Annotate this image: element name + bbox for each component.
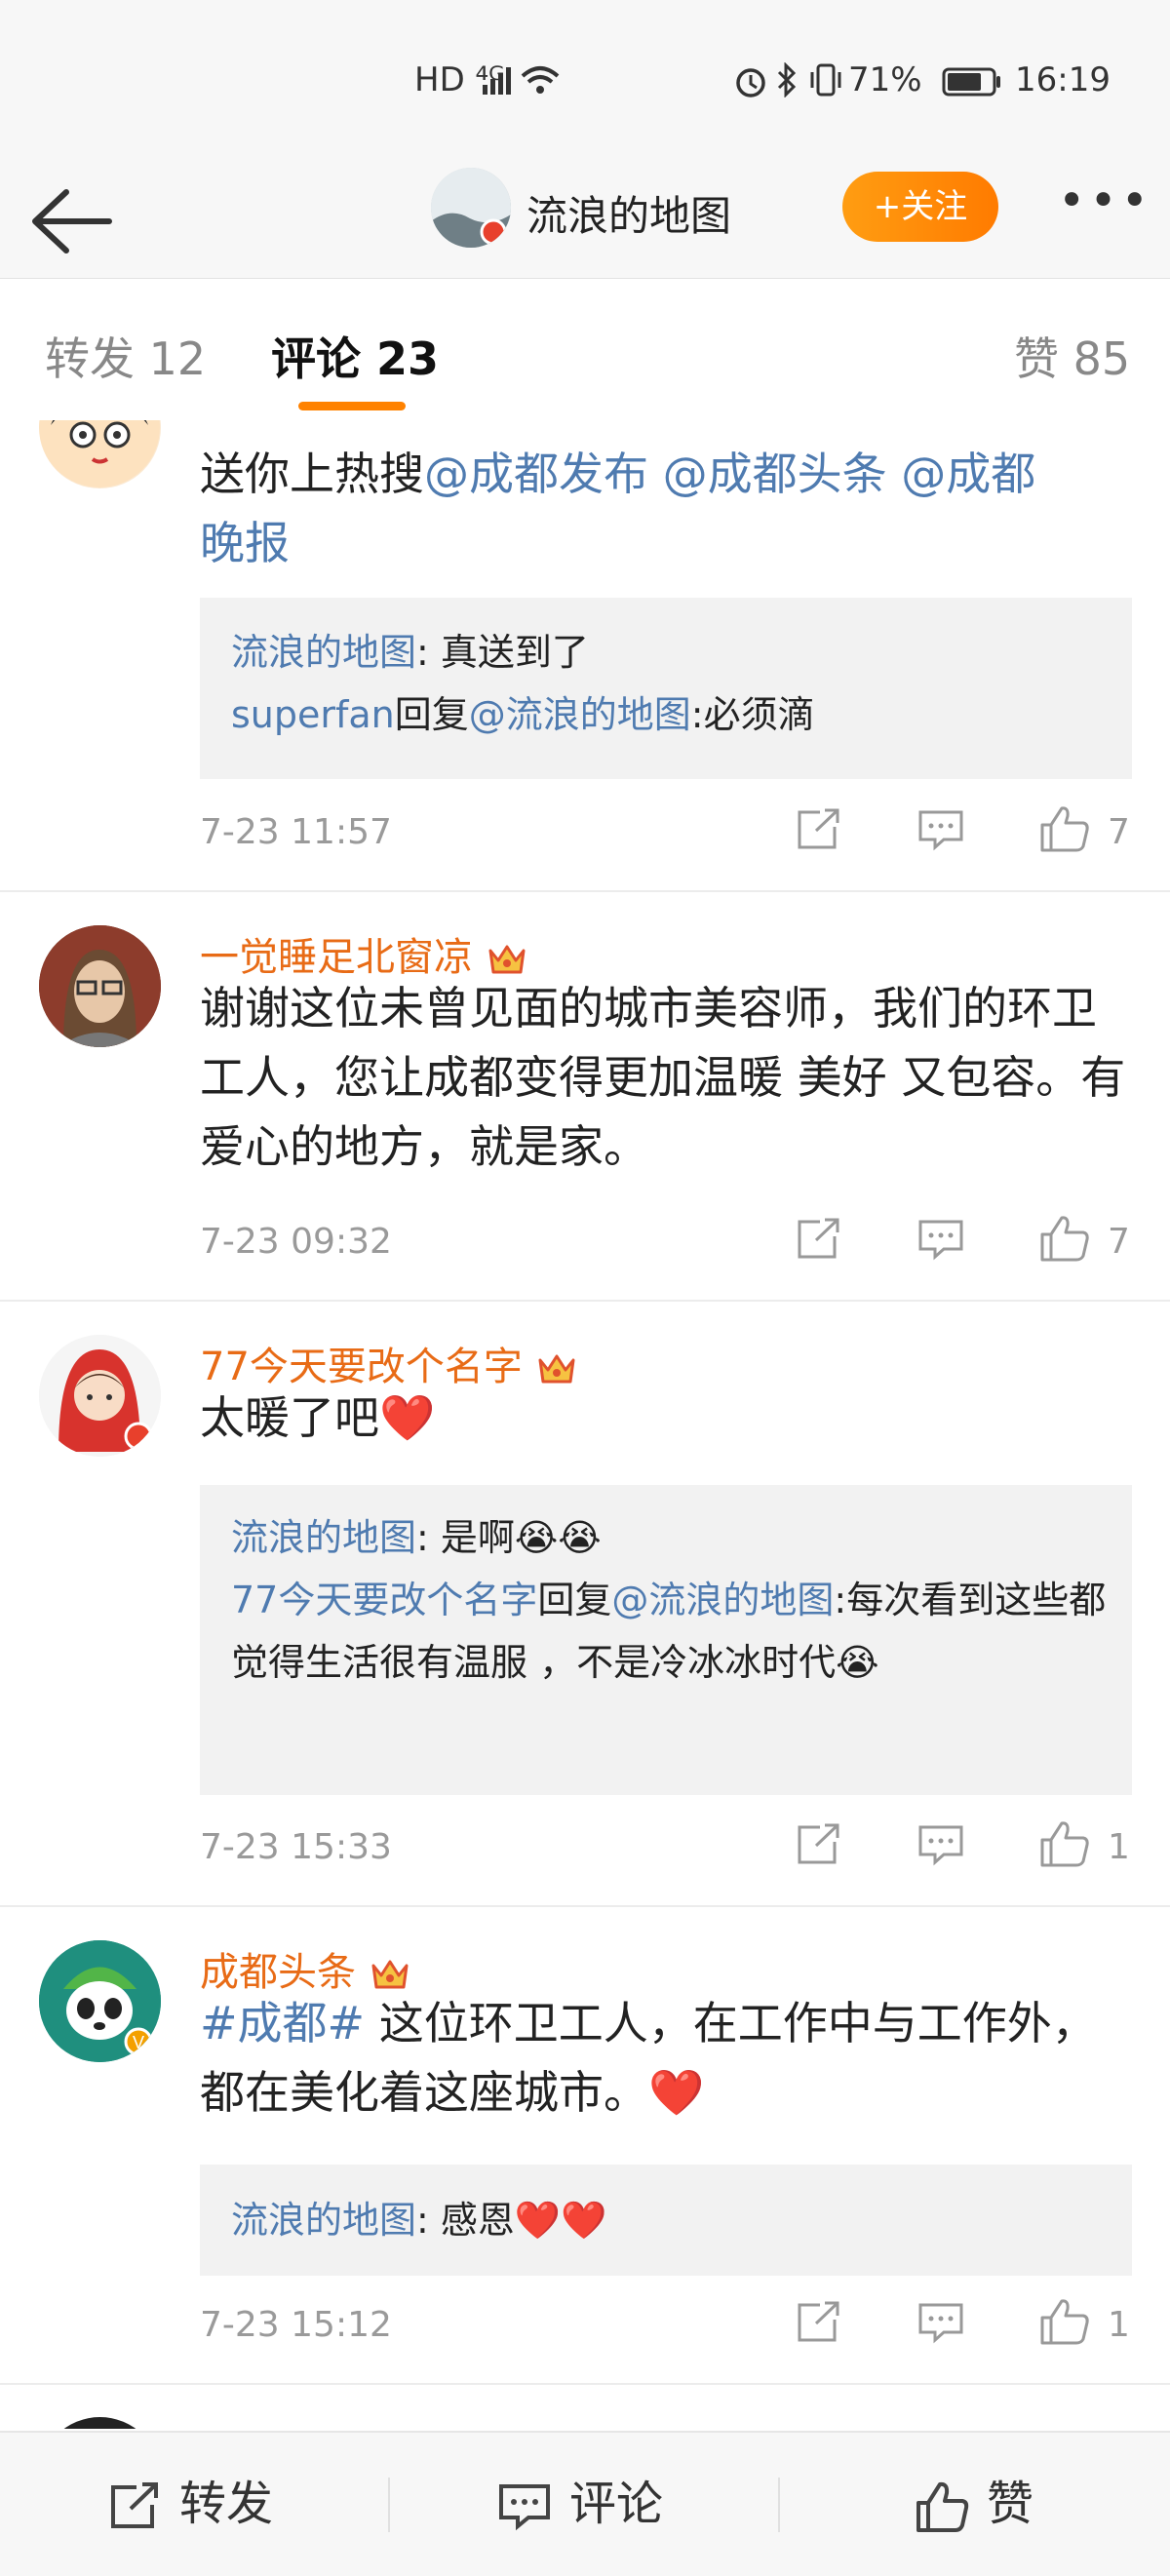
comment-icon[interactable] <box>916 1822 965 1867</box>
share-icon[interactable] <box>795 807 843 852</box>
repost-label: 转发 <box>179 2477 274 2531</box>
vip-crown-icon <box>371 1960 409 1989</box>
bottom-action-bar: 转发 评论 赞 <box>0 2431 1170 2576</box>
comment-item: V 成都头条 #成都# 这位环卫工人，在工作中与工作外，都在美化着这座城市。❤️… <box>0 1905 1170 2385</box>
repost-button[interactable]: 转发 <box>107 2433 273 2576</box>
like-icon[interactable] <box>1038 804 1089 852</box>
comment-text: 太暖了吧❤️ <box>200 1391 436 1444</box>
share-icon[interactable] <box>795 1822 843 1867</box>
reply-body: 是啊😭😭 <box>440 1516 602 1559</box>
back-button[interactable] <box>27 182 115 260</box>
comment-time: 7-23 11:57 <box>200 812 392 852</box>
reply-line: 流浪的地图: 真送到了 <box>200 621 1132 683</box>
bluetooth-icon <box>776 61 798 106</box>
author-name[interactable]: 流浪的地图 <box>526 183 731 243</box>
tab-likes[interactable]: 赞 85 <box>1014 324 1130 388</box>
comment-text-plain: 送你上热搜 <box>200 448 424 500</box>
comment-text: 谢谢这位未曾见面的城市美容师，我们的环卫工人，您让成都变得更加温暖 美好 又包容… <box>200 982 1126 1173</box>
avatar[interactable] <box>39 2417 161 2429</box>
reply-author-link[interactable]: 流浪的地图 <box>231 631 416 674</box>
avatar[interactable] <box>39 925 161 1047</box>
vibrate-icon <box>807 62 844 106</box>
divider <box>778 2478 780 2532</box>
like-icon <box>916 2481 969 2532</box>
comment-list[interactable]: 送你上热搜@成都发布 @成都头条 @成都 晚报 流浪的地图: 真送到了 supe… <box>0 420 1170 2429</box>
comment-text: #成都# 这位环卫工人，在工作中与工作外，都在美化着这座城市。❤️ <box>200 1989 1136 2127</box>
reply-box[interactable]: 流浪的地图: 是啊😭😭 77今天要改个名字回复@流浪的地图:每次看到这些都觉得生… <box>200 1485 1132 1795</box>
comment-item: 77今天要改个名字 太暖了吧❤️ 流浪的地图: 是啊😭😭 77今天要改个名字回复… <box>0 1300 1170 1907</box>
divider <box>388 2478 390 2532</box>
hashtag-link[interactable]: #成都# <box>200 1997 365 2049</box>
reply-author-link[interactable]: superfan <box>231 693 395 736</box>
reply-line: 流浪的地图: 感恩❤️❤️ <box>200 2189 1132 2251</box>
clock: 16:19 <box>1015 60 1111 99</box>
like-icon[interactable] <box>1038 1214 1089 1262</box>
comment-item: 送你上热搜@成都发布 @成都头条 @成都 晚报 流浪的地图: 真送到了 supe… <box>0 420 1170 892</box>
reply-line: superfan回复@流浪的地图:必须滴 <box>200 683 1132 746</box>
tab-bar: 转发 12 评论 23 赞 85 <box>0 279 1170 420</box>
reply-separator: : <box>416 2199 441 2242</box>
reply-line: 77今天要改个名字回复@流浪的地图:每次看到这些都觉得生活很有温服 ，不是冷冰冰… <box>200 1569 1132 1694</box>
reply-line: 流浪的地图: 是啊😭😭 <box>200 1506 1132 1569</box>
mention-link[interactable]: @成都发布 @成都头条 @成都 <box>424 448 1035 500</box>
like-count: 1 <box>1108 2305 1130 2345</box>
comment-icon[interactable] <box>916 1217 965 1262</box>
reply-author-link[interactable]: 流浪的地图 <box>231 1516 416 1559</box>
comment-icon[interactable] <box>916 807 965 852</box>
vip-crown-icon <box>488 945 526 974</box>
tab-comments[interactable]: 评论 23 <box>271 324 439 388</box>
reply-body: :必须滴 <box>690 693 815 736</box>
back-arrow-icon <box>32 189 112 254</box>
reply-box[interactable]: 流浪的地图: 感恩❤️❤️ <box>200 2165 1132 2276</box>
vip-crown-icon <box>538 1354 575 1384</box>
comment-time: 7-23 15:12 <box>200 2305 392 2345</box>
reply-separator: : <box>416 631 441 674</box>
repost-icon <box>111 2482 158 2528</box>
avatar[interactable]: V <box>39 1940 161 2062</box>
svg-text:V: V <box>133 2033 144 2052</box>
comment-icon <box>499 2484 550 2531</box>
reply-box[interactable]: 流浪的地图: 真送到了 superfan回复@流浪的地图:必须滴 <box>200 598 1132 779</box>
comment-item: 一觉睡足北窗凉 谢谢这位未曾见面的城市美容师，我们的环卫工人，您让成都变得更加温… <box>0 890 1170 1302</box>
like-icon[interactable] <box>1038 1819 1089 1867</box>
mention-link[interactable]: 晚报 <box>200 517 290 569</box>
battery-icon <box>942 66 1002 105</box>
status-bar: HD ⁴ᴳ 71% 16:19 <box>0 0 1170 161</box>
comment-time: 7-23 15:33 <box>200 1827 392 1867</box>
like-button[interactable]: 赞 <box>915 2433 1034 2576</box>
mention-link[interactable]: @流浪的地图 <box>469 693 691 736</box>
active-tab-indicator <box>298 402 406 410</box>
signal-icon <box>481 64 516 103</box>
reply-separator: : <box>416 1516 441 1559</box>
comment-time: 7-23 09:32 <box>200 1222 392 1262</box>
wifi-icon <box>519 64 562 104</box>
like-icon[interactable] <box>1038 2297 1089 2345</box>
share-icon[interactable] <box>795 2300 843 2345</box>
avatar[interactable] <box>39 1335 161 1457</box>
reply-keyword: 回复 <box>394 693 469 736</box>
reply-keyword: 回复 <box>537 1579 612 1621</box>
reply-author-link[interactable]: 流浪的地图 <box>231 2199 416 2242</box>
mention-link[interactable]: @流浪的地图 <box>611 1579 834 1621</box>
alarm-icon <box>733 64 768 106</box>
more-options-icon[interactable]: ••• <box>1058 177 1149 232</box>
reply-body: 感恩❤️❤️ <box>440 2199 607 2242</box>
author-avatar[interactable] <box>431 168 511 248</box>
share-icon[interactable] <box>795 1217 843 1262</box>
tab-reposts[interactable]: 转发 12 <box>45 324 206 388</box>
comment-label: 评论 <box>569 2477 664 2531</box>
like-count: 7 <box>1108 1222 1130 1262</box>
comment-icon[interactable] <box>916 2300 965 2345</box>
like-count: 1 <box>1108 1827 1130 1867</box>
like-label: 赞 <box>987 2477 1034 2531</box>
comment-button[interactable]: 评论 <box>497 2433 663 2576</box>
avatar[interactable] <box>39 420 161 488</box>
reply-body: 真送到了 <box>440 631 589 674</box>
comment-text: 送你上热搜@成都发布 @成都头条 @成都 晚报 <box>200 440 1136 578</box>
battery-percent: 71% <box>848 60 922 99</box>
follow-button[interactable]: +关注 <box>842 172 998 242</box>
reply-author-link[interactable]: 77今天要改个名字 <box>231 1579 537 1621</box>
like-count: 7 <box>1108 812 1130 852</box>
